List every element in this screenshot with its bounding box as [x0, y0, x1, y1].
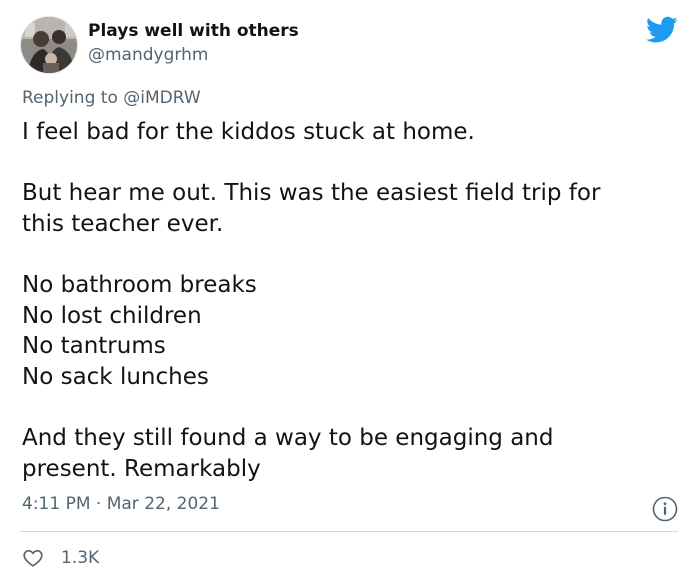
like-count: 1.3K	[61, 548, 100, 568]
tweet-line: No bathroom breaks	[22, 271, 257, 298]
tweet-line: And they still found a way to be engagin…	[22, 424, 554, 451]
tweet-card: Plays well with others @mandygrhm Replyi…	[0, 0, 700, 585]
tweet-line: But hear me out. This was the easiest fi…	[22, 180, 601, 207]
tweet-line: No tantrums	[22, 333, 166, 360]
tweet-line: present. Remarkably	[22, 455, 261, 482]
tweet-line: No sack lunches	[22, 363, 209, 390]
twitter-bird-icon[interactable]	[646, 16, 678, 44]
tweet-line: No lost children	[22, 302, 202, 329]
like-button[interactable]: 1.3K	[22, 546, 99, 570]
user-handle[interactable]: @mandygrhm	[88, 45, 208, 65]
tweet-line: this teacher ever.	[22, 210, 224, 237]
tweet-paragraph: I feel bad for the kiddos stuck at home.	[22, 117, 682, 148]
tweet-timestamp[interactable]: 4:11 PM · Mar 22, 2021	[22, 494, 220, 514]
reply-mention-link[interactable]: @iMDRW	[123, 88, 200, 108]
tweet-paragraph: And they still found a way to be engagin…	[22, 423, 682, 484]
info-icon[interactable]	[652, 496, 678, 522]
avatar-image	[21, 17, 77, 73]
tweet-paragraph: No bathroom breaks No lost children No t…	[22, 270, 682, 392]
heart-outline-icon	[23, 550, 43, 567]
avatar[interactable]	[20, 16, 78, 74]
divider	[20, 531, 678, 532]
display-name[interactable]: Plays well with others	[88, 21, 299, 41]
tweet-text: I feel bad for the kiddos stuck at home.…	[22, 117, 682, 484]
replying-to: Replying to @iMDRW	[22, 88, 201, 108]
tweet-line: I feel bad for the kiddos stuck at home.	[22, 119, 475, 145]
tweet-paragraph: But hear me out. This was the easiest fi…	[22, 178, 682, 239]
replying-to-label: Replying to	[22, 88, 124, 108]
